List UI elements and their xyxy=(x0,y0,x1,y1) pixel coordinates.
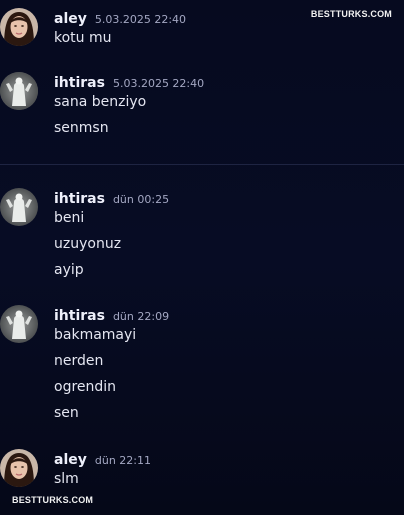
message-text: uzuyonuz xyxy=(54,236,122,252)
username[interactable]: ihtiras xyxy=(54,191,105,207)
message-text: kotu mu xyxy=(54,30,112,46)
username[interactable]: ihtiras xyxy=(54,308,105,324)
watermark-top: BESTTURKS.COM xyxy=(310,9,392,19)
username[interactable]: aley xyxy=(54,452,87,468)
timestamp: dün 22:11 xyxy=(94,454,151,467)
user-avatar[interactable] xyxy=(0,449,38,487)
statue-avatar-icon xyxy=(0,188,38,226)
username[interactable]: aley xyxy=(54,11,87,27)
message-header: aley 5.03.2025 22:40 xyxy=(54,8,186,27)
woman-avatar-icon xyxy=(0,449,38,487)
timestamp: 5.03.2025 22:40 xyxy=(94,13,187,26)
chat-message-list[interactable]: aley 5.03.2025 22:40 kotu mu ihtiras 5.0… xyxy=(0,0,404,515)
watermark-bottom: BESTTURKS.COM xyxy=(12,495,94,505)
message-text: ayip xyxy=(54,262,84,278)
timestamp: dün 22:09 xyxy=(112,310,170,323)
woman-avatar-icon xyxy=(0,8,38,46)
user-avatar[interactable] xyxy=(0,188,38,226)
message-text: nerden xyxy=(54,353,104,369)
user-avatar[interactable] xyxy=(0,305,38,343)
user-avatar[interactable] xyxy=(0,72,38,110)
message-text: bakmamayi xyxy=(54,327,137,343)
message-text: senmsn xyxy=(54,120,109,136)
message-header: ihtiras dün 22:09 xyxy=(54,305,169,324)
message-text: slm xyxy=(54,471,79,487)
user-avatar[interactable] xyxy=(0,8,38,46)
message-text: sana benziyo xyxy=(54,94,147,110)
timestamp: dün 00:25 xyxy=(112,193,170,206)
message-text: ogrendin xyxy=(54,379,117,395)
message-header: ihtiras dün 00:25 xyxy=(54,188,169,207)
statue-avatar-icon xyxy=(0,305,38,343)
message-text: sen xyxy=(54,405,79,421)
statue-avatar-icon xyxy=(0,72,38,110)
message-header: aley dün 22:11 xyxy=(54,449,151,468)
message-text: beni xyxy=(54,210,85,226)
timestamp: 5.03.2025 22:40 xyxy=(112,77,205,90)
message-header: ihtiras 5.03.2025 22:40 xyxy=(54,72,204,91)
username[interactable]: ihtiras xyxy=(54,75,105,91)
section-divider xyxy=(0,164,404,165)
